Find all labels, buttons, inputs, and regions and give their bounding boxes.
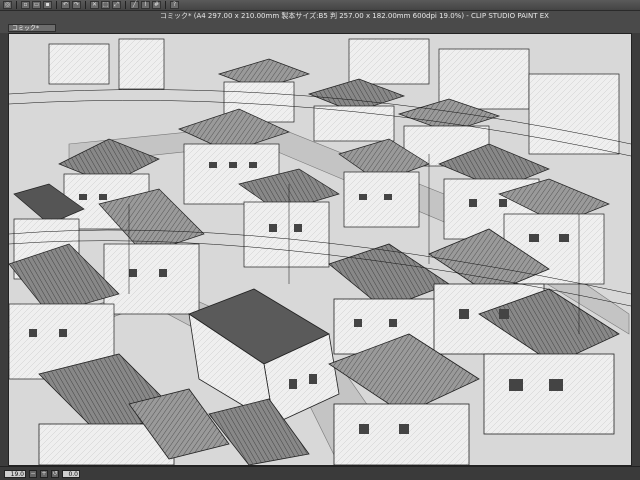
zoom-out-button[interactable]: − xyxy=(29,469,37,478)
zoom-in-button[interactable]: + xyxy=(40,469,48,478)
zoom-field[interactable]: 19.0 xyxy=(4,469,26,478)
transform-icon[interactable]: ⤢ xyxy=(112,1,121,9)
toolbar-separator xyxy=(85,1,86,9)
save-icon[interactable]: ▪ xyxy=(43,1,52,9)
toolbar-separator xyxy=(125,1,126,9)
rotate-left-icon[interactable]: ↺ xyxy=(51,469,59,478)
rotation-angle-field[interactable]: 0.0 xyxy=(62,469,80,478)
erase-icon[interactable]: ✕ xyxy=(90,1,99,9)
snap-special-ruler-icon[interactable]: ⌇ xyxy=(141,1,150,9)
clip-studio-logo-icon[interactable]: ◎ xyxy=(3,1,12,9)
new-document-icon[interactable]: ▫ xyxy=(21,1,30,9)
undo-icon[interactable]: ↶ xyxy=(61,1,70,9)
window-title: コミック* (A4 297.00 x 210.00mm 製本サイズ:B5 判 2… xyxy=(160,12,549,20)
help-icon[interactable]: ? xyxy=(170,1,179,9)
toolbar-separator xyxy=(16,1,17,9)
snap-grid-icon[interactable]: # xyxy=(152,1,161,9)
deselect-icon[interactable]: ⬚ xyxy=(101,1,110,9)
toolbar-separator xyxy=(56,1,57,9)
toolbar-separator xyxy=(165,1,166,9)
artwork-icon xyxy=(9,34,631,465)
redo-icon[interactable]: ↷ xyxy=(72,1,81,9)
snap-ruler-icon[interactable]: ╱ xyxy=(130,1,139,9)
tab-comic[interactable]: コミック* xyxy=(8,24,56,32)
main-toolbar: ◎ ▫ ▭ ▪ ↶ ↷ ✕ ⬚ ⤢ ╱ ⌇ # ? xyxy=(0,0,640,11)
canvas-area[interactable] xyxy=(8,33,632,466)
open-icon[interactable]: ▭ xyxy=(32,1,41,9)
status-bar: 19.0 − + ↺ 0.0 xyxy=(0,466,640,480)
